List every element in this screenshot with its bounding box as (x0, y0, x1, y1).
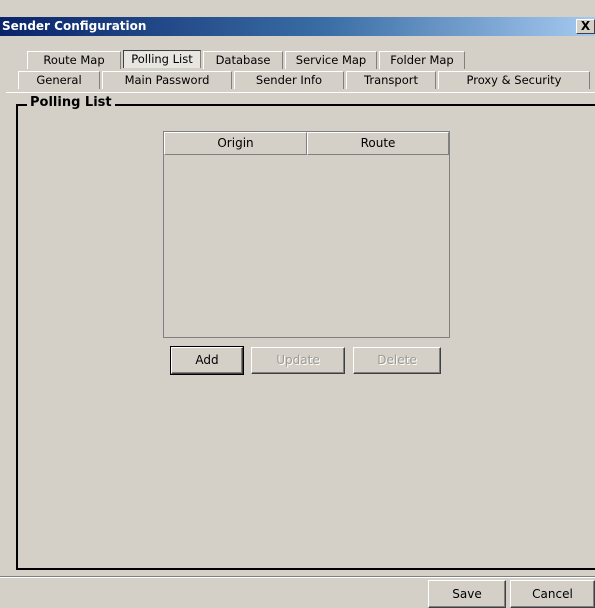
window-title: Sender Configuration (2, 19, 147, 33)
save-button[interactable]: Save (428, 580, 506, 608)
delete-button[interactable]: Delete (353, 347, 441, 374)
tab-database[interactable]: Database (203, 51, 283, 69)
add-button[interactable]: Add (170, 346, 244, 375)
polling-list-table-body[interactable] (164, 155, 449, 337)
tab-transport[interactable]: Transport (346, 71, 436, 89)
column-header-route[interactable]: Route (307, 132, 449, 155)
column-header-origin[interactable]: Origin (164, 132, 307, 155)
update-button[interactable]: Update (251, 347, 345, 374)
tab-sender-info[interactable]: Sender Info (234, 71, 344, 89)
tab-proxy-security[interactable]: Proxy & Security (438, 71, 590, 89)
tab-service-map[interactable]: Service Map (285, 51, 377, 69)
close-icon[interactable]: X (576, 19, 595, 34)
tab-polling-list[interactable]: Polling List (123, 50, 201, 68)
tab-main-password[interactable]: Main Password (102, 71, 232, 89)
tab-row-divider (6, 92, 595, 93)
tab-general[interactable]: General (18, 71, 100, 89)
title-bar[interactable]: Sender Configuration X (0, 17, 595, 36)
polling-list-table[interactable]: Origin Route (163, 131, 450, 338)
footer-separator (0, 576, 595, 578)
sender-configuration-dialog: Sender Configuration X Route Map Polling… (0, 0, 595, 608)
tab-route-map[interactable]: Route Map (27, 51, 121, 69)
tab-folder-map[interactable]: Folder Map (379, 51, 465, 69)
polling-list-group-title: Polling List (27, 94, 115, 111)
cancel-button[interactable]: Cancel (510, 580, 595, 608)
